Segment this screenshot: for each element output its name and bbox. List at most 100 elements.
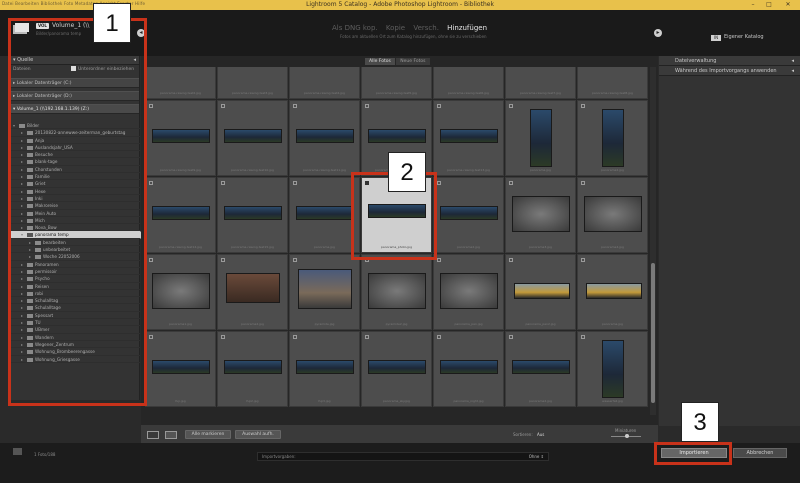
photo-cell[interactable]: panorama-rawing-test13.jpg — [433, 100, 504, 176]
slider-handle[interactable] — [625, 434, 629, 438]
photo-checkbox[interactable] — [149, 258, 153, 262]
photo-cell[interactable]: panorama_night.jpg — [433, 331, 504, 407]
photo-cell[interactable]: panorama2.jpg — [577, 100, 648, 176]
photo-cell[interactable]: panorama-rawing-test15.jpg — [217, 177, 288, 253]
minimize-button[interactable]: – — [746, 1, 760, 9]
photo-thumbnail — [368, 129, 426, 143]
photo-checkbox[interactable] — [437, 181, 441, 185]
photo-checkbox[interactable] — [437, 104, 441, 108]
photo-cell[interactable]: panorama.jpg — [577, 254, 648, 330]
thumbnail-size-label: Miniaturen — [615, 428, 637, 433]
photo-cell[interactable]: panorama-rawing-test14.jpg — [145, 177, 216, 253]
photo-cell[interactable]: wasserfall.jpg — [577, 331, 648, 407]
import-mode-selector: Als DNG kop. Kopie Versch. Hinzufügen — [332, 24, 493, 32]
photo-cell[interactable]: panorama-rawing-test3.jpg — [217, 67, 288, 99]
photo-thumbnail — [512, 196, 570, 232]
photo-cell[interactable]: panorama-rawing-test2.jpg — [145, 67, 216, 99]
grid-view-icon[interactable] — [147, 431, 159, 439]
photo-cell[interactable]: fuji2.jpg — [217, 331, 288, 407]
photo-checkbox[interactable] — [509, 104, 513, 108]
photo-cell[interactable]: panorama.jpg — [505, 100, 576, 176]
photo-cell[interactable]: panorama-rawing-test4.jpg — [289, 67, 360, 99]
mode-copy[interactable]: Kopie — [386, 24, 405, 32]
mode-move[interactable]: Versch. — [413, 24, 439, 32]
photo-checkbox[interactable] — [509, 258, 513, 262]
grid-scrollbar[interactable] — [650, 67, 656, 415]
close-button[interactable]: ✕ — [781, 1, 795, 9]
collapse-icon[interactable]: ◂ — [791, 66, 794, 76]
photo-cell[interactable]: panorama2.jpg — [505, 331, 576, 407]
photo-checkbox[interactable] — [293, 335, 297, 339]
photo-checkbox[interactable] — [293, 181, 297, 185]
destination-catalog[interactable]: Eigener Katalog — [724, 34, 764, 40]
photo-checkbox[interactable] — [437, 335, 441, 339]
photo-checkbox[interactable] — [581, 335, 585, 339]
photo-checkbox[interactable] — [293, 258, 297, 262]
photo-thumbnail — [224, 360, 282, 374]
photo-cell[interactable]: panorama1.jpg — [145, 254, 216, 330]
photo-cell[interactable]: panorama-rawing-test5.jpg — [361, 67, 432, 99]
photo-cell[interactable]: panorama2.jpg — [217, 254, 288, 330]
photo-cell[interactable]: panorama_pan2.jpg — [505, 254, 576, 330]
file-handling-header[interactable]: Dateiverwaltung ◂ — [659, 56, 800, 66]
photo-checkbox[interactable] — [581, 104, 585, 108]
photo-checkbox[interactable] — [509, 181, 513, 185]
photo-cell[interactable]: panorama-rawing-test6.jpg — [433, 67, 504, 99]
photo-checkbox[interactable] — [149, 104, 153, 108]
photo-cell[interactable]: panorama-rawing-test7.jpg — [505, 67, 576, 99]
photo-cell[interactable]: pyramide2.jpg — [361, 254, 432, 330]
photo-checkbox[interactable] — [509, 335, 513, 339]
photo-checkbox[interactable] — [365, 104, 369, 108]
apply-during-import-header[interactable]: Während des Importvorgangs anwenden ◂ — [659, 66, 800, 76]
photo-cell[interactable]: panorama.jpg — [289, 177, 360, 253]
photo-checkbox[interactable] — [221, 335, 225, 339]
photo-filename: panorama-rawing-test8.jpg — [592, 91, 633, 95]
photo-checkbox[interactable] — [293, 104, 297, 108]
sort-select[interactable]: Aus — [537, 432, 544, 437]
photo-checkbox[interactable] — [221, 104, 225, 108]
mode-add[interactable]: Hinzufügen — [447, 24, 487, 32]
check-all-button[interactable]: Alle markieren — [185, 430, 231, 439]
photo-cell[interactable]: panorama-rawing-test10.jpg — [217, 100, 288, 176]
uncheck-all-button[interactable]: Auswahl aufh. — [235, 430, 281, 439]
photo-cell[interactable]: pyramide.jpg — [289, 254, 360, 330]
photo-checkbox[interactable] — [581, 258, 585, 262]
scrollbar-thumb[interactable] — [651, 263, 655, 403]
photo-cell[interactable]: panorama3.jpg — [505, 177, 576, 253]
expand-icon[interactable] — [13, 448, 22, 455]
arrow-right-icon[interactable]: ▸ — [654, 29, 662, 37]
photo-cell[interactable]: panorama-rawing-test8.jpg — [577, 67, 648, 99]
photo-cell[interactable]: panorama4.jpg — [577, 177, 648, 253]
photo-thumbnail — [584, 196, 642, 232]
mode-copy-dng[interactable]: Als DNG kop. — [332, 24, 378, 32]
tab-all-photos[interactable]: Alle Fotos — [365, 58, 395, 65]
collapse-icon[interactable]: ◂ — [791, 56, 794, 66]
photo-filename: fuji2.jpg — [246, 399, 259, 403]
photo-cell[interactable]: fuji.jpg — [145, 331, 216, 407]
photo-checkbox[interactable] — [221, 181, 225, 185]
photo-cell[interactable]: panorama-rawing-test9.jpg — [145, 100, 216, 176]
maximize-button[interactable]: □ — [762, 1, 776, 9]
tab-new-photos[interactable]: Neue Fotos — [396, 58, 430, 65]
photo-checkbox[interactable] — [365, 335, 369, 339]
photo-cell[interactable]: panorama_pan.jpg — [433, 254, 504, 330]
photo-thumbnail — [226, 273, 280, 303]
mode-description: Fotos am aktuellen Ort zum Katalog hinzu… — [340, 34, 487, 39]
photo-checkbox[interactable] — [149, 335, 153, 339]
loupe-view-icon[interactable] — [165, 431, 177, 439]
photo-checkbox[interactable] — [149, 181, 153, 185]
file-handling-title: Dateiverwaltung — [675, 58, 717, 64]
photo-cell[interactable]: fuji3.jpg — [289, 331, 360, 407]
cancel-button[interactable]: Abbrechen — [733, 448, 787, 458]
photo-checkbox[interactable] — [437, 258, 441, 262]
photo-filename: panorama-rawing-test10.jpg — [231, 168, 274, 172]
photo-checkbox[interactable] — [221, 258, 225, 262]
photo-cell[interactable]: panorama_sky.jpg — [361, 331, 432, 407]
photo-thumbnail — [296, 360, 354, 374]
photo-thumbnail — [152, 273, 210, 309]
import-preset-select[interactable]: Importvorgaben: Ohne ⇕ — [257, 452, 549, 461]
photo-cell[interactable]: panorama2.jpg — [433, 177, 504, 253]
photo-checkbox[interactable] — [581, 181, 585, 185]
photo-cell[interactable]: panorama-rawing-test11.jpg — [289, 100, 360, 176]
photo-filename: fuji.jpg — [175, 399, 186, 403]
